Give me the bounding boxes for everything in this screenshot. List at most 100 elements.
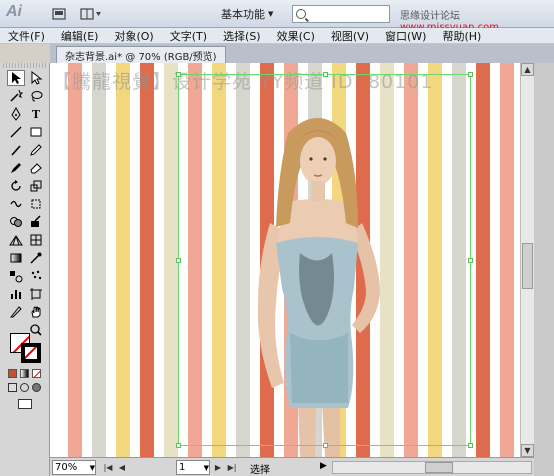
search-icon — [296, 9, 306, 19]
draw-inside-button[interactable] — [32, 383, 41, 392]
menu-effect[interactable]: 效果(C) — [277, 28, 315, 44]
chevron-down-icon: ▼ — [89, 463, 95, 472]
background-stripe — [68, 63, 82, 457]
resize-handle[interactable] — [323, 72, 328, 77]
status-menu-icon[interactable]: ▶ — [320, 461, 327, 471]
screen-mode-button[interactable] — [18, 399, 32, 409]
menu-help[interactable]: 帮助(H) — [442, 28, 481, 44]
gradient-button[interactable] — [20, 369, 29, 378]
resize-handle[interactable] — [176, 443, 181, 448]
warp-icon[interactable] — [7, 196, 25, 212]
selection-bounding-box[interactable] — [176, 72, 473, 448]
background-stripe — [500, 63, 514, 457]
draw-behind-button[interactable] — [20, 383, 29, 392]
illustrator-window: Ai 基本功能 ▼ 思缘设计论坛 www.missyuan.com 文件(F) … — [0, 0, 554, 476]
scroll-down-icon[interactable]: ▼ — [521, 444, 534, 457]
lasso-icon[interactable] — [27, 88, 45, 104]
blend-icon[interactable] — [7, 268, 25, 284]
direct-selection-icon[interactable] — [27, 70, 45, 86]
blob-brush-icon[interactable] — [7, 160, 25, 176]
shape-builder-icon[interactable] — [7, 214, 25, 230]
menu-select[interactable]: 选择(S) — [223, 28, 261, 44]
none-button[interactable] — [32, 369, 41, 378]
draw-mode-buttons — [8, 383, 44, 393]
menu-edit[interactable]: 编辑(E) — [61, 28, 99, 44]
first-artboard-icon[interactable]: |◀ — [102, 460, 114, 475]
slice-icon[interactable] — [7, 304, 25, 320]
eraser-icon[interactable] — [27, 160, 45, 176]
scroll-thumb[interactable] — [425, 462, 453, 473]
background-stripe — [140, 63, 154, 457]
vertical-scrollbar[interactable]: ▲ ▼ — [520, 63, 534, 457]
menu-window[interactable]: 窗口(W) — [385, 28, 426, 44]
watermark-prefix: 思缘设计论坛 — [400, 11, 460, 22]
pen-icon[interactable] — [7, 106, 25, 122]
document-tab-bar: 杂志背景.ai* @ 70% (RGB/预览) — [50, 44, 554, 63]
rotate-icon[interactable] — [7, 178, 25, 194]
menu-type[interactable]: 文字(T) — [170, 28, 207, 44]
bridge-button[interactable] — [48, 5, 70, 23]
canvas[interactable]: 【騰龍視覺】设计学苑 YY频道 ID: 80101 — [50, 63, 520, 457]
perspective-grid-icon[interactable] — [7, 232, 25, 248]
prev-artboard-icon[interactable]: ◀ — [116, 460, 128, 475]
search-field[interactable] — [292, 5, 390, 23]
resize-handle[interactable] — [468, 72, 473, 77]
last-artboard-icon[interactable]: ▶| — [226, 460, 238, 475]
chevron-down-icon: ▼ — [203, 463, 209, 472]
background-stripe — [92, 63, 106, 457]
live-paint-icon[interactable] — [27, 214, 45, 230]
free-transform-icon[interactable] — [27, 196, 45, 212]
resize-handle[interactable] — [176, 72, 181, 77]
panel-dock — [534, 63, 554, 476]
artboard-number: 1 — [179, 462, 186, 473]
hand-icon[interactable] — [27, 304, 45, 320]
resize-handle[interactable] — [176, 258, 181, 263]
artboard-icon[interactable] — [27, 286, 45, 302]
eyedropper-icon[interactable] — [27, 250, 45, 266]
workspace-switcher[interactable]: 基本功能 ▼ — [221, 5, 283, 23]
workspace-label: 基本功能 — [221, 8, 265, 21]
panel-grip[interactable] — [3, 63, 47, 68]
color-mode-buttons — [8, 369, 44, 379]
background-stripe — [116, 63, 130, 457]
document-tab[interactable]: 杂志背景.ai* @ 70% (RGB/预览) — [56, 46, 226, 63]
artboard-number-select[interactable]: 1 ▼ — [176, 460, 210, 475]
tools-panel: T — [0, 63, 50, 476]
menu-view[interactable]: 视图(V) — [331, 28, 369, 44]
stroke-swatch[interactable] — [21, 343, 41, 363]
resize-handle[interactable] — [468, 443, 473, 448]
arrange-documents-button[interactable] — [76, 5, 106, 23]
line-segment-icon[interactable] — [7, 124, 25, 140]
fill-stroke-swatches[interactable] — [8, 331, 44, 365]
app-logo: Ai — [6, 3, 22, 20]
mesh-icon[interactable] — [27, 232, 45, 248]
current-tool-status[interactable]: 选择 — [250, 461, 270, 476]
zoom-select[interactable]: 70% ▼ — [52, 460, 96, 475]
zoom-value: 70% — [55, 462, 78, 473]
scroll-up-icon[interactable]: ▲ — [521, 63, 534, 76]
background-stripe — [476, 63, 490, 457]
column-graph-icon[interactable] — [7, 286, 25, 302]
title-bar: Ai 基本功能 ▼ 思缘设计论坛 www.missyuan.com — [0, 0, 554, 33]
gradient-icon[interactable] — [7, 250, 25, 266]
scroll-thumb[interactable] — [522, 243, 533, 289]
status-bar: 70% ▼ |◀ ◀ 1 ▼ ▶ ▶| 选择 ▶ — [50, 457, 534, 476]
menu-bar: 文件(F) 编辑(E) 对象(O) 文字(T) 选择(S) 效果(C) 视图(V… — [0, 28, 554, 44]
menu-object[interactable]: 对象(O) — [114, 28, 153, 44]
pencil-icon[interactable] — [27, 142, 45, 158]
color-button[interactable] — [8, 369, 17, 378]
scale-icon[interactable] — [27, 178, 45, 194]
menu-file[interactable]: 文件(F) — [8, 28, 45, 44]
horizontal-scrollbar[interactable] — [332, 461, 532, 474]
resize-handle[interactable] — [323, 443, 328, 448]
type-icon[interactable]: T — [27, 106, 45, 122]
selection-arrow-icon[interactable] — [7, 70, 25, 86]
chevron-down-icon: ▼ — [268, 10, 274, 18]
draw-normal-button[interactable] — [8, 383, 17, 392]
next-artboard-icon[interactable]: ▶ — [212, 460, 224, 475]
magic-wand-icon[interactable] — [7, 88, 25, 104]
paintbrush-icon[interactable] — [7, 142, 25, 158]
rectangle-icon[interactable] — [27, 124, 45, 140]
resize-handle[interactable] — [468, 258, 473, 263]
symbol-sprayer-icon[interactable] — [27, 268, 45, 284]
